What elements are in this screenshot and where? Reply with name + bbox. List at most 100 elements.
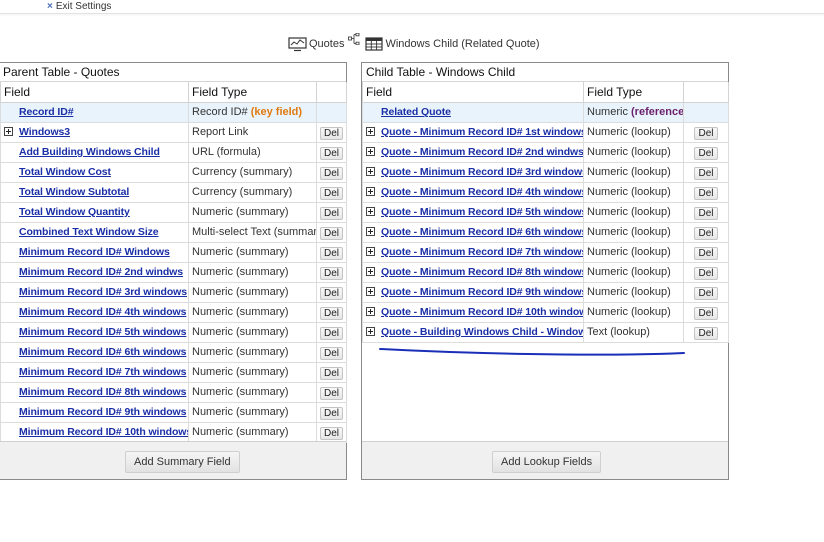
field-name-cell: Minimum Record ID# 8th windows [0, 381, 189, 403]
table-row: Quote - Building Windows Child - Window … [362, 321, 729, 343]
relationship-header: Quotes Windows Child (Related Quote) [288, 32, 540, 54]
delete-field-button[interactable]: Del [319, 167, 343, 180]
delete-field-button[interactable]: Del [319, 287, 343, 300]
delete-field-button[interactable]: Del [694, 307, 718, 320]
field-name-cell: Quote - Minimum Record ID# 10th windows [362, 301, 584, 323]
field-type-cell: Numeric (lookup) [583, 301, 684, 323]
table-grid-icon [365, 37, 384, 51]
field-type-text: Numeric (summary) [192, 366, 289, 378]
delete-field-button[interactable]: Del [694, 207, 718, 220]
field-name-link[interactable]: Windows3 [19, 126, 70, 138]
field-name-link[interactable]: Minimum Record ID# 4th windows [19, 306, 186, 318]
delete-field-button[interactable]: Del [319, 427, 343, 440]
field-name-link[interactable]: Minimum Record ID# 8th windows [19, 386, 186, 398]
field-name-link[interactable]: Quote - Minimum Record ID# 5th windows [381, 206, 583, 218]
table-row: Total Window Subtotal Currency (summary) D… [0, 181, 347, 203]
field-name-link[interactable]: Quote - Building Windows Child - Window … [381, 326, 583, 338]
expand-plus-icon[interactable] [366, 287, 375, 296]
delete-field-button[interactable]: Del [319, 387, 343, 400]
table-row: Quote - Minimum Record ID# 4th windows Nu… [362, 181, 729, 203]
expand-plus-icon[interactable] [366, 207, 375, 216]
field-name-link[interactable]: Related Quote [381, 106, 451, 118]
delete-field-button[interactable]: Del [319, 347, 343, 360]
field-name-cell: Quote - Minimum Record ID# 2nd windws [362, 141, 584, 163]
close-icon: × [47, 1, 53, 12]
actions-cell: Del [683, 141, 729, 163]
field-name-link[interactable]: Minimum Record ID# 7th windows [19, 366, 186, 378]
delete-field-button[interactable]: Del [694, 247, 718, 260]
field-name-link[interactable]: Quote - Minimum Record ID# 6th windows [381, 226, 583, 238]
delete-field-button[interactable]: Del [319, 327, 343, 340]
parent-fields-body: Record ID# Record ID# (key field) Windows3… [0, 101, 347, 443]
delete-field-button[interactable]: Del [319, 207, 343, 220]
field-name-link[interactable]: Minimum Record ID# 10th windows [19, 426, 188, 438]
delete-field-button[interactable]: Del [319, 247, 343, 260]
field-name-link[interactable]: Minimum Record ID# 5th windows [19, 326, 186, 338]
field-name-cell: Minimum Record ID# 3rd windows [0, 281, 189, 303]
add-summary-field-button[interactable]: Add Summary Field [125, 451, 240, 473]
delete-field-button[interactable]: Del [319, 267, 343, 280]
delete-field-button[interactable]: Del [694, 287, 718, 300]
delete-field-button[interactable]: Del [319, 367, 343, 380]
expand-plus-icon[interactable] [366, 147, 375, 156]
field-name-link[interactable]: Quote - Minimum Record ID# 4th windows [381, 186, 583, 198]
field-name-link[interactable]: Minimum Record ID# 2nd windws [19, 266, 183, 278]
field-name-link[interactable]: Minimum Record ID# 3rd windows [19, 286, 187, 298]
delete-field-button[interactable]: Del [694, 127, 718, 140]
delete-field-button[interactable]: Del [694, 187, 718, 200]
field-name-cell: Windows3 [0, 121, 189, 143]
expand-plus-icon[interactable] [366, 267, 375, 276]
expand-plus-icon[interactable] [4, 127, 13, 136]
field-name-link[interactable]: Total Window Subtotal [19, 186, 129, 198]
delete-field-button[interactable]: Del [319, 407, 343, 420]
field-name-link[interactable]: Quote - Minimum Record ID# 10th windows [381, 306, 583, 318]
field-name-link[interactable]: Quote - Minimum Record ID# 3rd windows [381, 166, 583, 178]
expand-plus-icon[interactable] [366, 327, 375, 336]
expand-plus-icon[interactable] [366, 127, 375, 136]
delete-field-button[interactable]: Del [319, 187, 343, 200]
field-name-link[interactable]: Minimum Record ID# 6th windows [19, 346, 186, 358]
field-name-link[interactable]: Quote - Minimum Record ID# 2nd windws [381, 146, 583, 158]
actions-cell: Del [316, 401, 347, 423]
delete-field-button[interactable]: Del [694, 167, 718, 180]
expand-plus-icon[interactable] [366, 187, 375, 196]
field-type-text: Record ID# [192, 106, 248, 118]
delete-field-button[interactable]: Del [319, 307, 343, 320]
field-name-link[interactable]: Quote - Minimum Record ID# 1st windows [381, 126, 583, 138]
field-name-cell: Minimum Record ID# 7th windows [0, 361, 189, 383]
field-name-link[interactable]: Quote - Minimum Record ID# 9th windows [381, 286, 583, 298]
delete-field-button[interactable]: Del [319, 147, 343, 160]
delete-field-button[interactable]: Del [694, 327, 718, 340]
field-name-link[interactable]: Record ID# [19, 106, 74, 118]
field-name-link[interactable]: Total Window Quantity [19, 206, 130, 218]
expand-plus-icon[interactable] [366, 247, 375, 256]
field-name-link[interactable]: Quote - Minimum Record ID# 7th windows [381, 246, 583, 258]
delete-field-button[interactable]: Del [694, 227, 718, 240]
field-name-cell: Quote - Minimum Record ID# 1st windows [362, 121, 584, 143]
field-name-link[interactable]: Add Building Windows Child [19, 146, 160, 158]
actions-cell: Del [683, 201, 729, 223]
expand-plus-icon[interactable] [366, 227, 375, 236]
delete-field-button[interactable]: Del [319, 227, 343, 240]
add-lookup-fields-button[interactable]: Add Lookup Fields [492, 451, 602, 473]
field-name-link[interactable]: Minimum Record ID# 9th windows [19, 406, 186, 418]
table-row: Minimum Record ID# 6th windows Numeric (s… [0, 341, 347, 363]
annotation-underline [379, 348, 685, 356]
expand-plus-icon[interactable] [366, 307, 375, 316]
delete-field-button[interactable]: Del [319, 127, 343, 140]
field-name-link[interactable]: Total Window Cost [19, 166, 111, 178]
field-name-link[interactable]: Quote - Minimum Record ID# 8th windows [381, 266, 583, 278]
field-type-cell: Text (lookup) [583, 321, 684, 343]
field-type-cell: Numeric (summary) [188, 241, 317, 263]
actions-cell: Del [683, 301, 729, 323]
table-row: Total Window Cost Currency (summary) Del [0, 161, 347, 183]
field-name-link[interactable]: Combined Text Window Size [19, 226, 159, 238]
exit-settings-link[interactable]: × Exit Settings [47, 1, 111, 12]
field-name-cell: Quote - Minimum Record ID# 7th windows [362, 241, 584, 263]
expand-plus-icon[interactable] [366, 167, 375, 176]
actions-cell: Del [683, 281, 729, 303]
delete-field-button[interactable]: Del [694, 267, 718, 280]
delete-field-button[interactable]: Del [694, 147, 718, 160]
field-name-link[interactable]: Minimum Record ID# Windows [19, 246, 170, 258]
field-name-cell: Quote - Minimum Record ID# 8th windows [362, 261, 584, 283]
